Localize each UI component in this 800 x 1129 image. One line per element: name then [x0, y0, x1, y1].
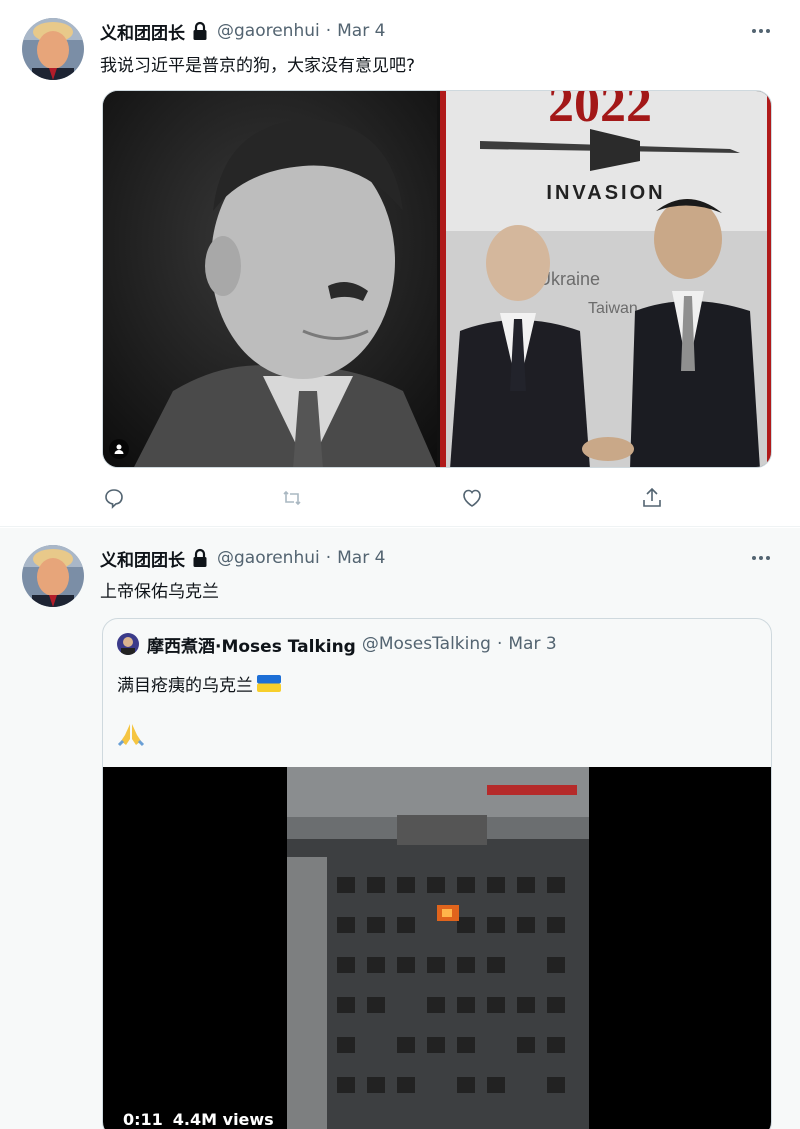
share-icon[interactable]: [640, 486, 664, 510]
timestamp[interactable]: Mar 4: [337, 548, 385, 568]
tweet[interactable]: 义和团团长 @gaorenhui · Mar 4 上帝保佑乌克兰 摩西煮酒·Mo…: [0, 528, 800, 1129]
quoted-text: 满目疮痍的乌克兰: [117, 676, 253, 696]
timestamp[interactable]: Mar 4: [337, 21, 385, 41]
poster-year: 2022: [548, 91, 652, 133]
separator: ·: [325, 548, 332, 568]
separator: ·: [496, 634, 503, 654]
lock-icon: [191, 548, 209, 568]
ukraine-flag-icon: [257, 675, 281, 692]
portrait-photo[interactable]: [103, 91, 437, 467]
poster-title: INVASION: [546, 182, 665, 204]
separator: ·: [325, 21, 332, 41]
quoted-avatar[interactable]: [117, 633, 139, 655]
avatar[interactable]: [22, 18, 84, 80]
video-meta: 0:11 4.4M views: [123, 1110, 274, 1129]
quoted-text-line: 满目疮痍的乌克兰: [117, 671, 281, 696]
video-thumbnail[interactable]: [287, 767, 589, 1129]
video-views: 4.4M views: [172, 1110, 274, 1129]
tweet-header: 义和团团长 @gaorenhui · Mar 4: [100, 19, 385, 44]
quoted-tweet-header: 摩西煮酒·Moses Talking @MosesTalking · Mar 3: [117, 632, 557, 657]
folded-hands-icon: [117, 721, 145, 747]
video-player[interactable]: 0:11 4.4M views: [103, 767, 771, 1129]
quoted-display-name[interactable]: 摩西煮酒·Moses Talking: [147, 632, 356, 657]
handle[interactable]: @gaorenhui: [217, 548, 320, 568]
like-icon[interactable]: [460, 486, 484, 510]
quoted-handle[interactable]: @MosesTalking: [362, 634, 491, 654]
lock-icon: [191, 21, 209, 41]
reply-icon[interactable]: [102, 486, 126, 510]
tweet-actions: [100, 486, 700, 510]
tweet-header: 义和团团长 @gaorenhui · Mar 4: [100, 546, 385, 571]
quoted-timestamp[interactable]: Mar 3: [508, 634, 556, 654]
tweet-text: 我说习近平是普京的狗，大家没有意见吧?: [100, 56, 416, 76]
display-name[interactable]: 义和团团长: [100, 546, 185, 571]
quoted-tweet[interactable]: 摩西煮酒·Moses Talking @MosesTalking · Mar 3…: [102, 618, 772, 1129]
tweet[interactable]: 义和团团长 @gaorenhui · Mar 4 我说习近平是普京的狗，大家没有…: [0, 0, 800, 527]
media-grid[interactable]: 2022 INVASION Ukraine Taiwan: [102, 90, 772, 468]
video-duration: 0:11: [123, 1110, 163, 1129]
avatar[interactable]: [22, 545, 84, 607]
tweet-text: 上帝保佑乌克兰: [100, 582, 219, 602]
person-tag-icon[interactable]: [109, 439, 129, 459]
poster-label-taiwan: Taiwan: [588, 300, 638, 317]
more-options-icon[interactable]: [750, 547, 772, 569]
retweet-icon[interactable]: [280, 486, 304, 510]
handle[interactable]: @gaorenhui: [217, 21, 320, 41]
display-name[interactable]: 义和团团长: [100, 19, 185, 44]
invasion-poster[interactable]: 2022 INVASION Ukraine Taiwan: [440, 91, 771, 467]
more-options-icon[interactable]: [750, 20, 772, 42]
